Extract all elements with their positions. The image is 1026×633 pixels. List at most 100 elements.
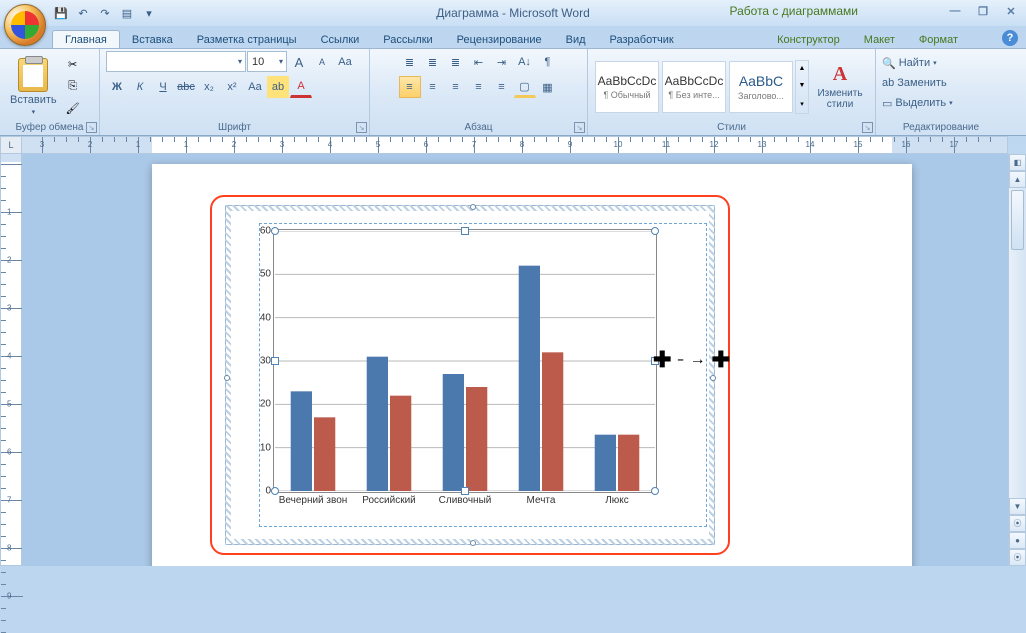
align-justify[interactable]: ≡ bbox=[468, 76, 490, 98]
tab-layout[interactable]: Разметка страницы bbox=[185, 31, 309, 48]
line-spacing[interactable]: ≡ bbox=[491, 76, 513, 98]
plot-handle-b[interactable] bbox=[461, 487, 469, 495]
group-paragraph-label: Абзац bbox=[376, 122, 581, 135]
cut-button[interactable]: ✂ bbox=[63, 55, 83, 75]
contextual-tabs: Конструктор Макет Формат bbox=[765, 26, 970, 48]
horizontal-ruler[interactable]: 3211234567891011121314151617 bbox=[22, 136, 1008, 154]
tab-chart-format[interactable]: Формат bbox=[907, 31, 970, 48]
font-size-combo[interactable]: 10 bbox=[247, 51, 287, 72]
maximize-button[interactable]: ❐ bbox=[974, 4, 992, 18]
tab-references[interactable]: Ссылки bbox=[309, 31, 372, 48]
decrease-indent[interactable]: ⇤ bbox=[468, 51, 490, 73]
italic-button[interactable]: К bbox=[129, 76, 151, 98]
format-painter-button[interactable]: 🖌 bbox=[63, 99, 83, 119]
align-left[interactable]: ≡ bbox=[399, 76, 421, 98]
qat-save[interactable]: 💾 bbox=[52, 4, 70, 22]
close-button[interactable]: ✕ bbox=[1002, 4, 1020, 18]
clear-formatting[interactable]: Aa bbox=[334, 51, 356, 73]
clipboard-launcher[interactable]: ↘ bbox=[86, 122, 97, 133]
change-case-button[interactable]: Aa bbox=[244, 76, 266, 98]
tab-mailings[interactable]: Рассылки bbox=[371, 31, 444, 48]
multilevel-button[interactable]: ≣ bbox=[445, 51, 467, 73]
copy-button[interactable]: ⎘ bbox=[63, 77, 83, 97]
tab-insert[interactable]: Вставка bbox=[120, 31, 185, 48]
font-launcher[interactable]: ↘ bbox=[356, 122, 367, 133]
ruler-corner[interactable]: L bbox=[0, 136, 22, 154]
increase-indent[interactable]: ⇥ bbox=[491, 51, 513, 73]
group-clipboard: Вставить ▾ ✂ ⎘ 🖌 Буфер обмена ↘ bbox=[0, 49, 100, 135]
paragraph-launcher[interactable]: ↘ bbox=[574, 122, 585, 133]
paste-button[interactable]: Вставить ▾ bbox=[6, 56, 61, 118]
office-button[interactable] bbox=[4, 4, 46, 46]
qat-redo[interactable]: ↷ bbox=[96, 4, 114, 22]
help-button[interactable]: ? bbox=[1002, 30, 1018, 46]
tab-developer[interactable]: Разработчик bbox=[598, 31, 686, 48]
select-button[interactable]: ▭Выделить▾ bbox=[882, 95, 953, 111]
shrink-font[interactable]: A bbox=[311, 51, 333, 73]
plot-handle-br[interactable] bbox=[651, 487, 659, 495]
highlight-button[interactable]: ab bbox=[267, 76, 289, 98]
bold-button[interactable]: Ж bbox=[106, 76, 128, 98]
contextual-tab-title: Работа с диаграммами bbox=[730, 4, 859, 18]
styles-scroll-down[interactable]: ▼ bbox=[796, 82, 808, 89]
numbering-button[interactable]: ≣ bbox=[422, 51, 444, 73]
chart-plot-area[interactable]: 0102030405060Вечерний звонРоссийскийСлив… bbox=[275, 231, 655, 491]
scroll-up[interactable]: ▲ bbox=[1009, 171, 1026, 188]
group-editing: 🔍Найти▾ abЗаменить ▭Выделить▾ Редактиров… bbox=[876, 49, 1006, 135]
font-name-combo[interactable] bbox=[106, 51, 246, 72]
plot-handle-bl[interactable] bbox=[271, 487, 279, 495]
group-styles: AaBbCcDc ¶ Обычный AaBbCcDc ¶ Без инте..… bbox=[588, 49, 876, 135]
style-no-spacing[interactable]: AaBbCcDc ¶ Без инте... bbox=[662, 61, 726, 113]
styles-gallery[interactable]: AaBbCcDc ¶ Обычный AaBbCcDc ¶ Без инте..… bbox=[594, 60, 809, 114]
borders-button[interactable]: ▦ bbox=[537, 76, 559, 98]
styles-scroll-up[interactable]: ▲ bbox=[796, 65, 808, 72]
change-styles-button[interactable]: A Изменить стили bbox=[811, 61, 869, 112]
replace-icon: ab bbox=[882, 77, 894, 89]
plot-handle-tl[interactable] bbox=[271, 227, 279, 235]
qat-customize[interactable]: ▾ bbox=[140, 4, 158, 22]
underline-button[interactable]: Ч bbox=[152, 76, 174, 98]
tab-review[interactable]: Рецензирование bbox=[445, 31, 554, 48]
style-heading1[interactable]: AaBbC Заголово... bbox=[729, 61, 793, 113]
tab-home[interactable]: Главная bbox=[52, 30, 120, 48]
styles-launcher[interactable]: ↘ bbox=[862, 122, 873, 133]
find-button[interactable]: 🔍Найти▾ bbox=[882, 55, 937, 71]
plot-handle-tr[interactable] bbox=[651, 227, 659, 235]
bullets-button[interactable]: ≣ bbox=[399, 51, 421, 73]
align-right[interactable]: ≡ bbox=[445, 76, 467, 98]
select-icon: ▭ bbox=[882, 97, 892, 110]
tab-chart-layout[interactable]: Макет bbox=[852, 31, 907, 48]
show-marks[interactable]: ¶ bbox=[537, 51, 559, 73]
qat-quickprint[interactable]: ▤ bbox=[118, 4, 136, 22]
browse-prev[interactable]: ⦿ bbox=[1009, 515, 1026, 532]
sort-button[interactable]: A↓ bbox=[514, 51, 536, 73]
strike-button[interactable]: abc bbox=[175, 76, 197, 98]
subscript-button[interactable]: x₂ bbox=[198, 76, 220, 98]
window-buttons: — ❐ ✕ bbox=[946, 4, 1020, 18]
grow-font[interactable]: A bbox=[288, 51, 310, 73]
group-paragraph: ≣ ≣ ≣ ⇤ ⇥ A↓ ¶ ≡ ≡ ≡ ≡ ≡ ▢ ▦ Абзац ↘ bbox=[370, 49, 588, 135]
tab-view[interactable]: Вид bbox=[554, 31, 598, 48]
plot-handle-l[interactable] bbox=[271, 357, 279, 365]
superscript-button[interactable]: x² bbox=[221, 76, 243, 98]
replace-button[interactable]: abЗаменить bbox=[882, 75, 947, 91]
plot-handle-t[interactable] bbox=[461, 227, 469, 235]
browse-select[interactable]: ● bbox=[1009, 532, 1026, 549]
qat-undo[interactable]: ↶ bbox=[74, 4, 92, 22]
minimize-button[interactable]: — bbox=[946, 4, 964, 18]
chart-object[interactable]: 0102030405060Вечерний звонРоссийскийСлив… bbox=[225, 205, 715, 545]
browse-next[interactable]: ⦿ bbox=[1009, 549, 1026, 566]
scroll-thumb[interactable] bbox=[1011, 190, 1024, 250]
shading-button[interactable]: ▢ bbox=[514, 76, 536, 98]
ruler-toggle[interactable]: ◧ bbox=[1009, 154, 1026, 171]
align-center[interactable]: ≡ bbox=[422, 76, 444, 98]
scroll-down[interactable]: ▼ bbox=[1009, 498, 1026, 515]
tab-chart-design[interactable]: Конструктор bbox=[765, 31, 852, 48]
style-normal[interactable]: AaBbCcDc ¶ Обычный bbox=[595, 61, 659, 113]
font-color-button[interactable]: A bbox=[290, 76, 312, 98]
vertical-ruler[interactable]: 123456789 bbox=[0, 154, 22, 566]
paste-icon bbox=[18, 58, 48, 92]
titlebar: 💾 ↶ ↷ ▤ ▾ Диаграмма - Microsoft Word Раб… bbox=[0, 0, 1026, 26]
styles-more[interactable]: ▾ bbox=[796, 100, 808, 108]
vertical-scrollbar[interactable]: ◧ ▲ ▼ ⦿ ● ⦿ bbox=[1008, 154, 1026, 566]
